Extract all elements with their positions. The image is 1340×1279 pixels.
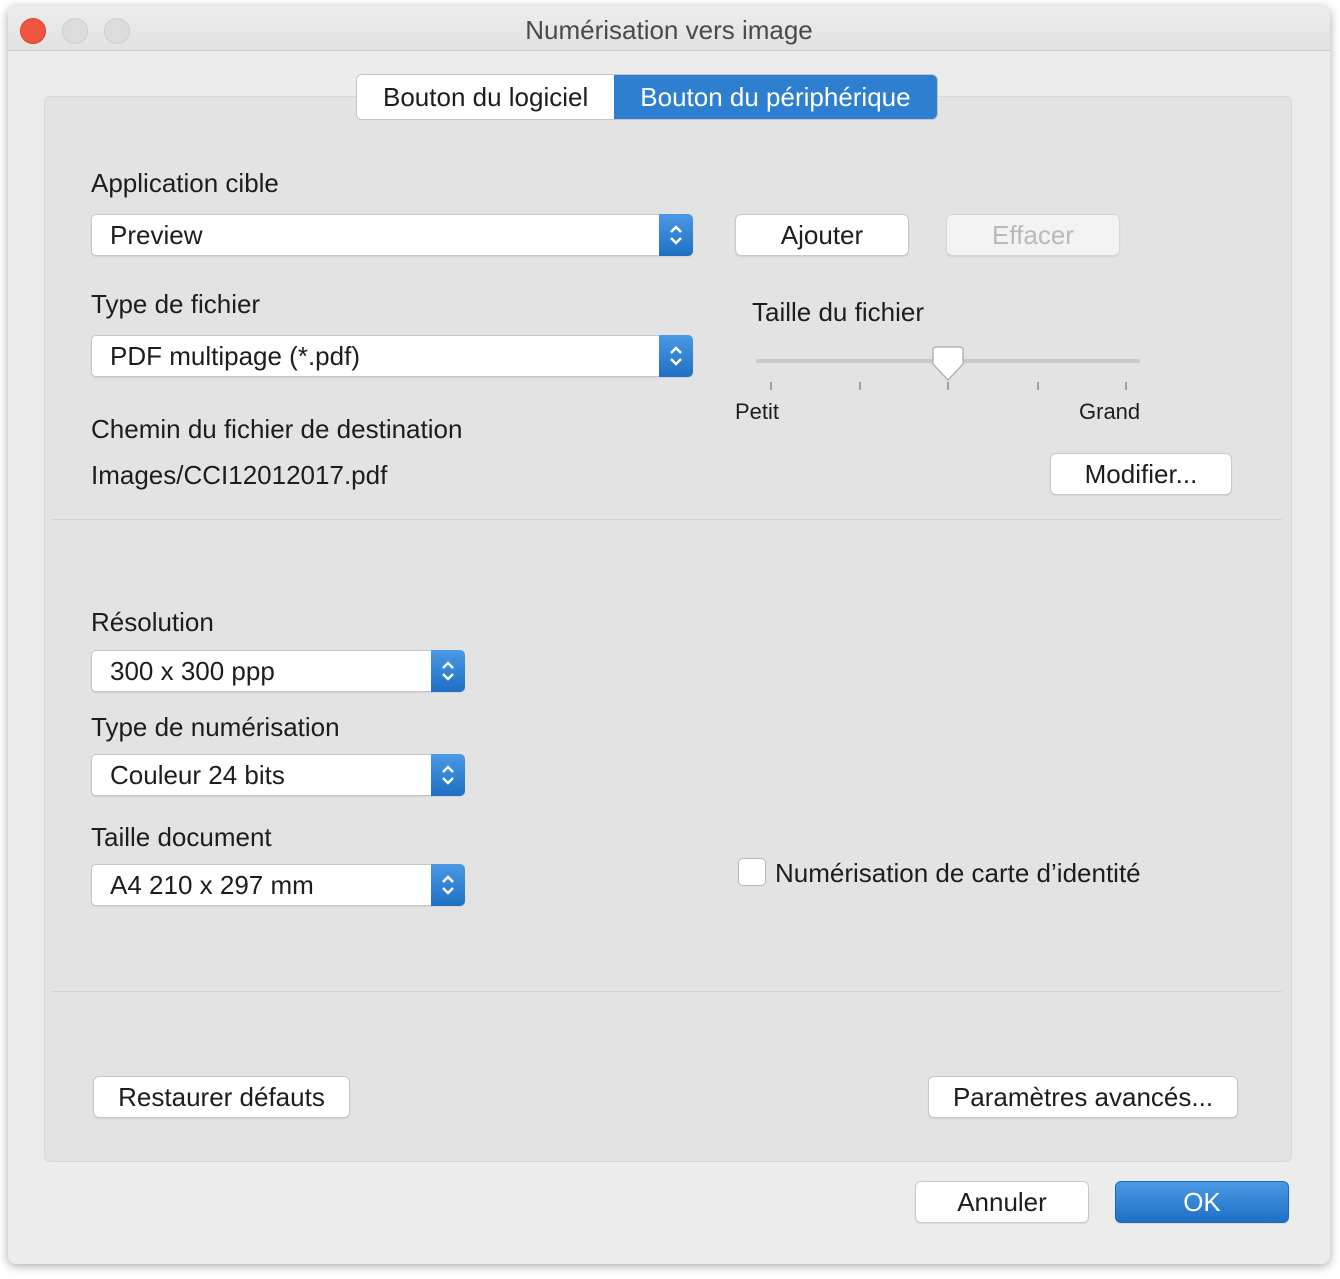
- cancel-button[interactable]: Annuler: [915, 1181, 1089, 1223]
- scan-to-image-window: Numérisation vers image Bouton du logici…: [8, 6, 1330, 1264]
- select-stepper-icon: [431, 754, 465, 796]
- select-stepper-icon: [659, 335, 693, 377]
- window-title: Numérisation vers image: [525, 15, 813, 45]
- resolution-label: Résolution: [91, 607, 214, 637]
- select-stepper-icon: [431, 864, 465, 906]
- advanced-settings-button[interactable]: Paramètres avancés...: [928, 1076, 1238, 1118]
- target-app-value: Preview: [110, 220, 203, 250]
- destination-path: Images/CCI12012017.pdf: [91, 460, 388, 490]
- tab-software-button[interactable]: Bouton du logiciel: [357, 75, 615, 119]
- document-size-label: Taille document: [91, 822, 272, 852]
- file-size-label: Taille du fichier: [752, 297, 924, 327]
- slider-tick: [770, 382, 772, 390]
- file-size-max-label: Grand: [1079, 399, 1141, 424]
- add-app-button[interactable]: Ajouter: [735, 214, 909, 256]
- scan-type-label: Type de numérisation: [91, 712, 340, 742]
- target-app-select[interactable]: Preview: [91, 214, 693, 256]
- target-app-label: Application cible: [91, 168, 279, 198]
- scan-type-value: Couleur 24 bits: [110, 760, 285, 790]
- id-card-checkbox[interactable]: [738, 858, 766, 886]
- select-stepper-icon: [431, 650, 465, 692]
- title-bar: Numérisation vers image: [8, 6, 1330, 51]
- resolution-select[interactable]: 300 x 300 ppp: [91, 650, 465, 692]
- file-type-select[interactable]: PDF multipage (*.pdf): [91, 335, 693, 377]
- document-size-select[interactable]: A4 210 x 297 mm: [91, 864, 465, 906]
- file-type-value: PDF multipage (*.pdf): [110, 341, 360, 371]
- slider-tick: [1125, 382, 1127, 390]
- mode-tabs: Bouton du logiciel Bouton du périphériqu…: [356, 74, 938, 120]
- slider-tick: [859, 382, 861, 390]
- resolution-value: 300 x 300 ppp: [110, 656, 275, 686]
- divider: [52, 519, 1282, 520]
- file-type-label: Type de fichier: [91, 289, 261, 319]
- slider-tick: [947, 382, 949, 390]
- document-size-value: A4 210 x 297 mm: [110, 870, 314, 900]
- id-card-label[interactable]: Numérisation de carte d’identité: [775, 858, 1141, 889]
- tab-device-button[interactable]: Bouton du périphérique: [614, 75, 937, 119]
- destination-label: Chemin du fichier de destination: [91, 414, 463, 444]
- delete-app-button[interactable]: Effacer: [946, 214, 1120, 256]
- select-stepper-icon: [659, 214, 693, 256]
- file-size-min-label: Petit: [735, 399, 780, 424]
- ok-button[interactable]: OK: [1115, 1181, 1289, 1223]
- slider-tick: [1037, 382, 1039, 390]
- divider: [52, 991, 1282, 992]
- restore-defaults-button[interactable]: Restaurer défauts: [93, 1076, 350, 1118]
- modify-path-button[interactable]: Modifier...: [1050, 453, 1232, 495]
- scan-type-select[interactable]: Couleur 24 bits: [91, 754, 465, 796]
